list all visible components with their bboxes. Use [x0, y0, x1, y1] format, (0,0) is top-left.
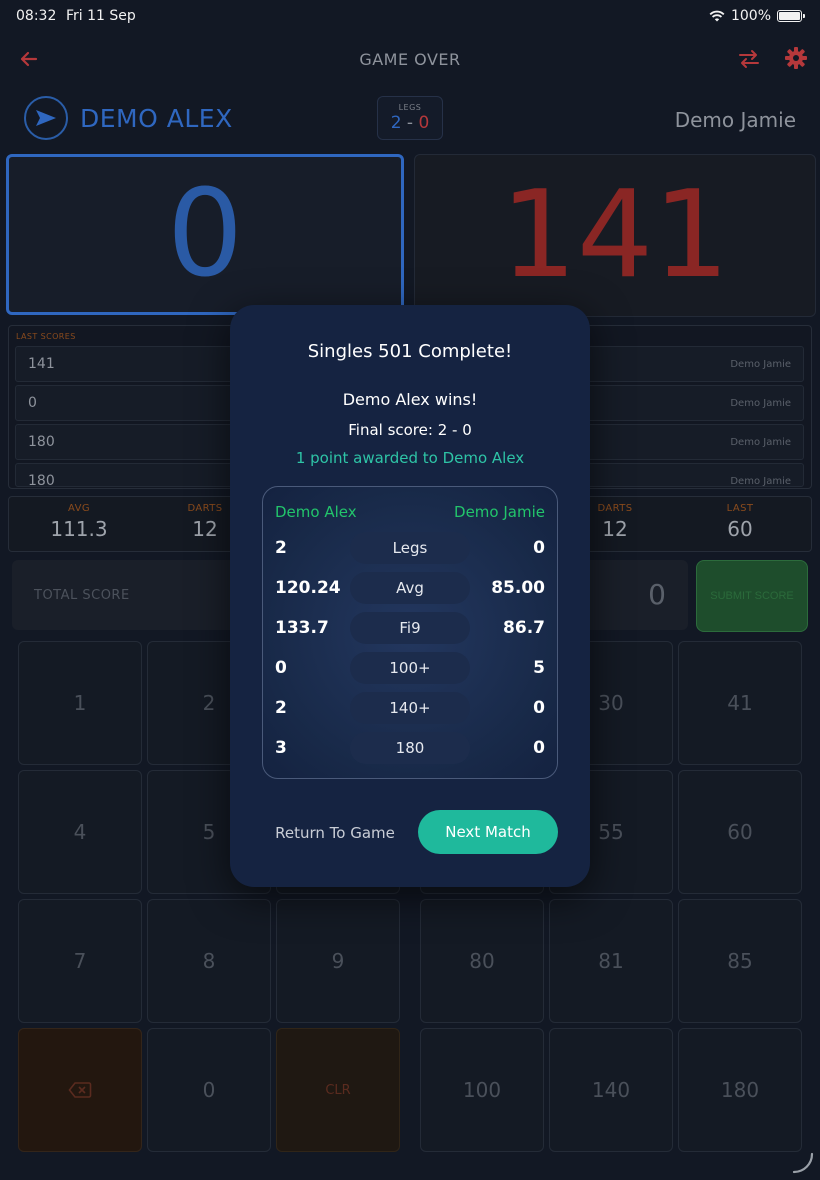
battery-icon — [777, 10, 805, 22]
key-7[interactable]: 7 — [18, 899, 142, 1023]
score-input-value: 0 — [648, 578, 666, 611]
winner-text: Demo Alex wins! — [342, 390, 478, 409]
clear-button[interactable]: CLR — [276, 1028, 400, 1152]
row-p2-value: 0 — [533, 538, 545, 558]
total-score-label: TOTAL SCORE — [34, 588, 130, 603]
table-header-p1: Demo Alex — [275, 503, 357, 521]
stat-p1-avg: AVG 111.3 — [39, 503, 119, 541]
row-label: 140+ — [350, 692, 470, 724]
row-p2-value: 0 — [533, 698, 545, 718]
quick-score-key[interactable]: 85 — [678, 899, 802, 1023]
row-p1-value: 2 — [275, 698, 287, 718]
stat-value: 111.3 — [50, 517, 108, 541]
row-p1-value: 3 — [275, 738, 287, 758]
next-match-button[interactable]: Next Match — [418, 810, 558, 854]
swap-icon[interactable] — [736, 46, 762, 72]
page-title: GAME OVER — [359, 50, 461, 69]
quick-score-key[interactable]: 100 — [420, 1028, 544, 1152]
row-p1-value: 0 — [275, 658, 287, 678]
dialog-title: Singles 501 Complete! — [307, 341, 513, 362]
legs-label: LEGS — [398, 103, 422, 112]
quick-score-key[interactable]: 60 — [678, 770, 802, 894]
row-label: Legs — [350, 532, 470, 564]
status-right: 100% — [709, 8, 805, 24]
key-9[interactable]: 9 — [276, 899, 400, 1023]
dart-arrow-icon — [36, 110, 56, 126]
legs-value: 2 - 0 — [378, 113, 442, 133]
status-time: 08:32 — [16, 8, 57, 24]
match-stats-table: Demo Alex Demo Jamie 2 Legs 0 120.24 Avg… — [262, 486, 558, 779]
wifi-icon — [709, 10, 725, 22]
player2-name: Demo Jamie — [674, 108, 796, 132]
key-4[interactable]: 4 — [18, 770, 142, 894]
key-1[interactable]: 1 — [18, 641, 142, 765]
player1-remaining-score: 0 — [6, 154, 404, 315]
battery-percent: 100% — [730, 8, 771, 24]
row-label: 100+ — [350, 652, 470, 684]
player1-name: DEMO ALEX — [80, 104, 233, 133]
table-row: 0 100+ 5 — [263, 652, 557, 684]
row-label: Avg — [350, 572, 470, 604]
table-row: 2 Legs 0 — [263, 532, 557, 564]
row-label: 180 — [350, 732, 470, 764]
player2-remaining-score: 141 — [414, 154, 816, 317]
legs-counter: LEGS 2 - 0 — [377, 96, 443, 140]
stat-value: 60 — [727, 517, 753, 541]
quick-score-key[interactable]: 81 — [549, 899, 673, 1023]
key-0[interactable]: 0 — [147, 1028, 271, 1152]
row-label: Fi9 — [350, 612, 470, 644]
row-p2-value: 85.00 — [491, 578, 545, 598]
quick-score-key[interactable]: 41 — [678, 641, 802, 765]
status-date: Fri 11 Sep — [66, 8, 136, 24]
resize-handle-icon — [792, 1152, 814, 1174]
gear-icon[interactable] — [784, 46, 808, 70]
table-row: 120.24 Avg 85.00 — [263, 572, 557, 604]
final-score-text: Final score: 2 - 0 — [348, 421, 472, 439]
quick-score-key[interactable]: 140 — [549, 1028, 673, 1152]
row-p2-value: 86.7 — [503, 618, 545, 638]
quick-score-key[interactable]: 80 — [420, 899, 544, 1023]
legs-sep: - — [406, 113, 414, 133]
row-p2-value: 0 — [533, 738, 545, 758]
table-row: 3 180 0 — [263, 732, 557, 764]
stat-label: AVG — [68, 503, 90, 514]
table-row: 133.7 Fi9 86.7 — [263, 612, 557, 644]
backspace-button[interactable] — [18, 1028, 142, 1152]
legs-p1: 2 — [390, 113, 402, 133]
submit-score-button[interactable]: SUBMIT SCORE — [696, 560, 808, 632]
turn-indicator — [24, 96, 68, 140]
backspace-icon — [68, 1082, 92, 1098]
key-8[interactable]: 8 — [147, 899, 271, 1023]
table-header-p2: Demo Jamie — [454, 503, 545, 521]
last-scores-label: LAST SCORES — [16, 332, 76, 341]
quick-score-key[interactable]: 180 — [678, 1028, 802, 1152]
row-p2-value: 5 — [533, 658, 545, 678]
stat-p2-last: LAST 60 — [700, 503, 780, 541]
table-row: 2 140+ 0 — [263, 692, 557, 724]
stat-label: LAST — [726, 503, 754, 514]
row-p1-value: 133.7 — [275, 618, 329, 638]
points-awarded-text: 1 point awarded to Demo Alex — [295, 449, 525, 467]
row-p1-value: 120.24 — [275, 578, 341, 598]
legs-p2: 0 — [418, 113, 430, 133]
status-bar: 08:32 Fri 11 Sep 100% — [0, 0, 820, 32]
row-p1-value: 2 — [275, 538, 287, 558]
game-over-dialog: Singles 501 Complete! Demo Alex wins! Fi… — [230, 305, 590, 887]
return-to-game-button[interactable]: Return To Game — [266, 821, 404, 845]
